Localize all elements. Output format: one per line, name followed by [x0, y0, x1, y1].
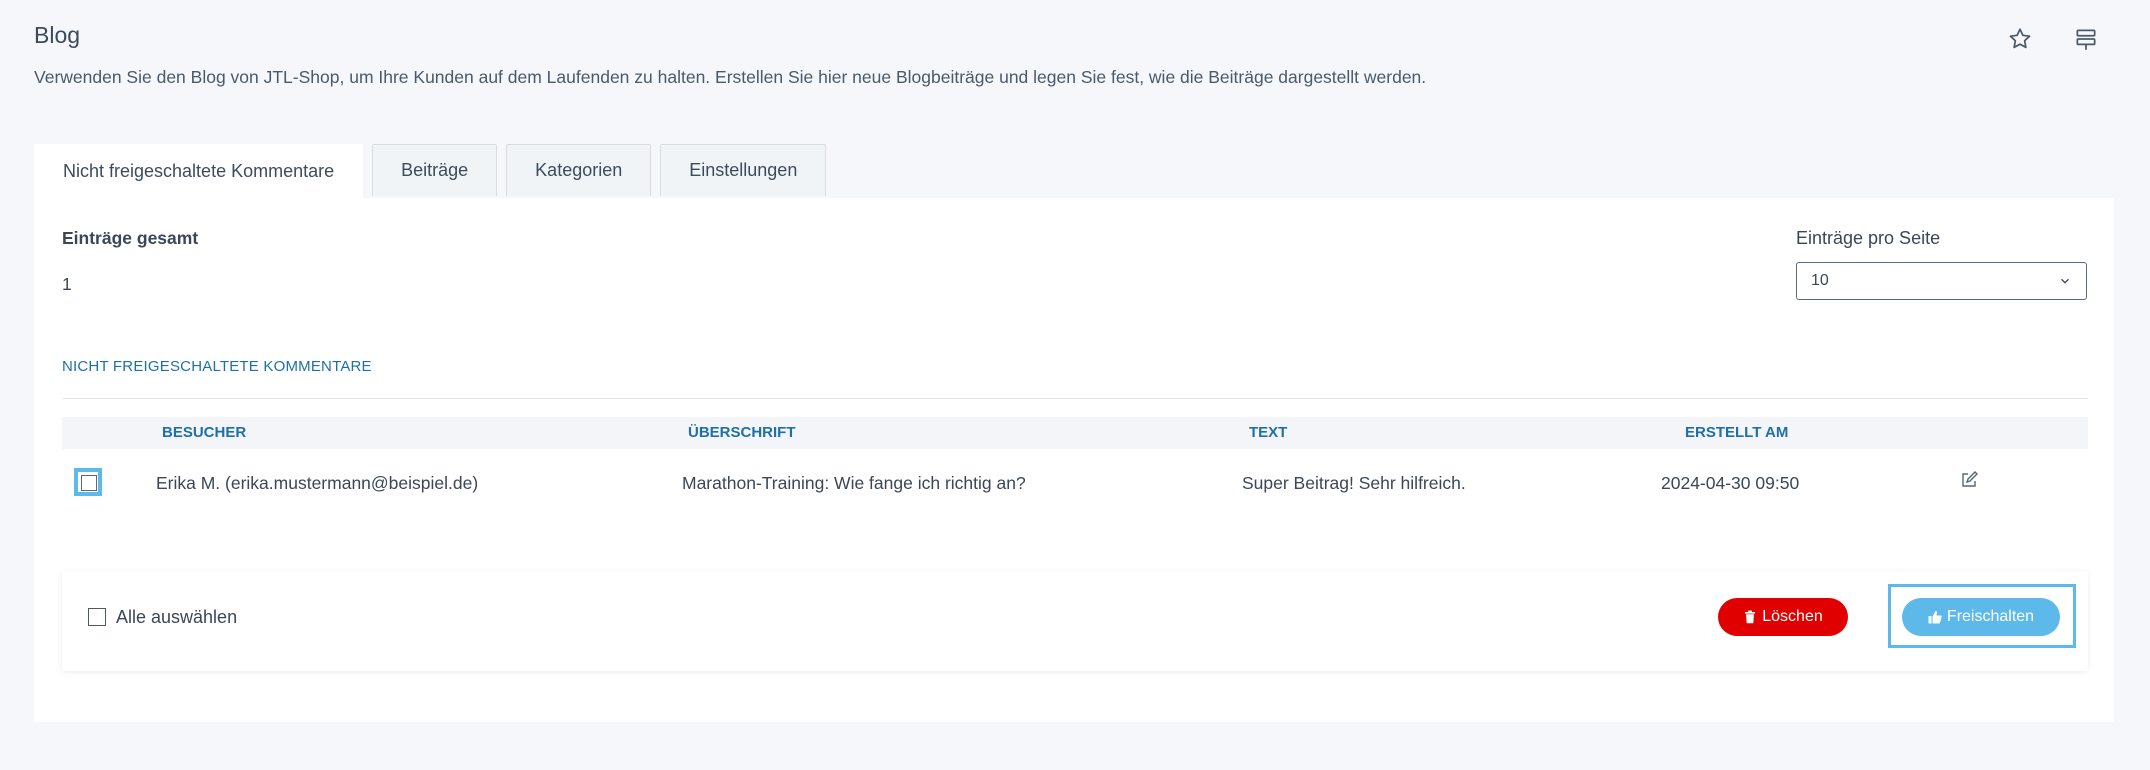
row-checkbox[interactable] [74, 468, 102, 496]
bulk-actions-bar: Alle auswählen Löschen Freischalten [62, 571, 2088, 671]
cell-heading: Marathon-Training: Wie fange ich richtig… [682, 473, 1026, 493]
cell-visitor: Erika M. (erika.mustermann@beispiel.de) [156, 473, 479, 493]
cell-created: 2024-04-30 09:50 [1661, 473, 1800, 493]
select-all-checkbox[interactable] [88, 608, 106, 626]
delete-label: Löschen [1762, 608, 1823, 625]
delete-button[interactable]: Löschen [1718, 598, 1848, 636]
per-page-label: Einträge pro Seite [1796, 228, 1941, 248]
cell-text: Super Beitrag! Sehr hilfreich. [1242, 473, 1466, 493]
total-entries-value: 1 [62, 274, 72, 294]
chevron-down-icon [2061, 278, 2069, 284]
tab-posts[interactable]: Beiträge [372, 144, 498, 196]
layout-icon[interactable] [2071, 24, 2101, 54]
table-header: BESUCHER ÜBERSCHRIFT TEXT ERSTELLT AM [62, 417, 2088, 449]
section-title: NICHT FREIGESCHALTETE KOMMENTARE [62, 358, 372, 375]
select-all-label[interactable]: Alle auswählen [116, 607, 237, 628]
column-header-heading: ÜBERSCHRIFT [688, 424, 796, 441]
trash-icon [1745, 610, 1756, 624]
page-description: Verwenden Sie den Blog von JTL-Shop, um … [34, 67, 1427, 87]
star-icon[interactable] [2005, 24, 2035, 54]
approve-button[interactable]: Freischalten [1902, 598, 2060, 636]
edit-icon[interactable] [1959, 470, 1981, 492]
divider [62, 398, 2088, 399]
per-page-value: 10 [1811, 272, 1829, 289]
column-header-created: ERSTELLT AM [1685, 424, 1789, 441]
column-header-visitor: BESUCHER [162, 424, 247, 441]
approve-label: Freischalten [1946, 608, 2035, 625]
content-panel: Einträge gesamt 1 Einträge pro Seite 10 … [34, 198, 2114, 722]
thumbs-up-icon [1928, 611, 1942, 624]
tab-bar: Nicht freigeschaltete Kommentare Beiträg… [34, 144, 835, 198]
tab-settings[interactable]: Einstellungen [660, 144, 827, 196]
page-title: Blog [34, 22, 81, 48]
tab-unapproved-comments[interactable]: Nicht freigeschaltete Kommentare [34, 144, 364, 198]
per-page-select[interactable]: 10 [1796, 262, 2087, 300]
column-header-text: TEXT [1249, 424, 1288, 441]
tab-categories[interactable]: Kategorien [506, 144, 652, 196]
total-entries-label: Einträge gesamt [62, 228, 199, 248]
